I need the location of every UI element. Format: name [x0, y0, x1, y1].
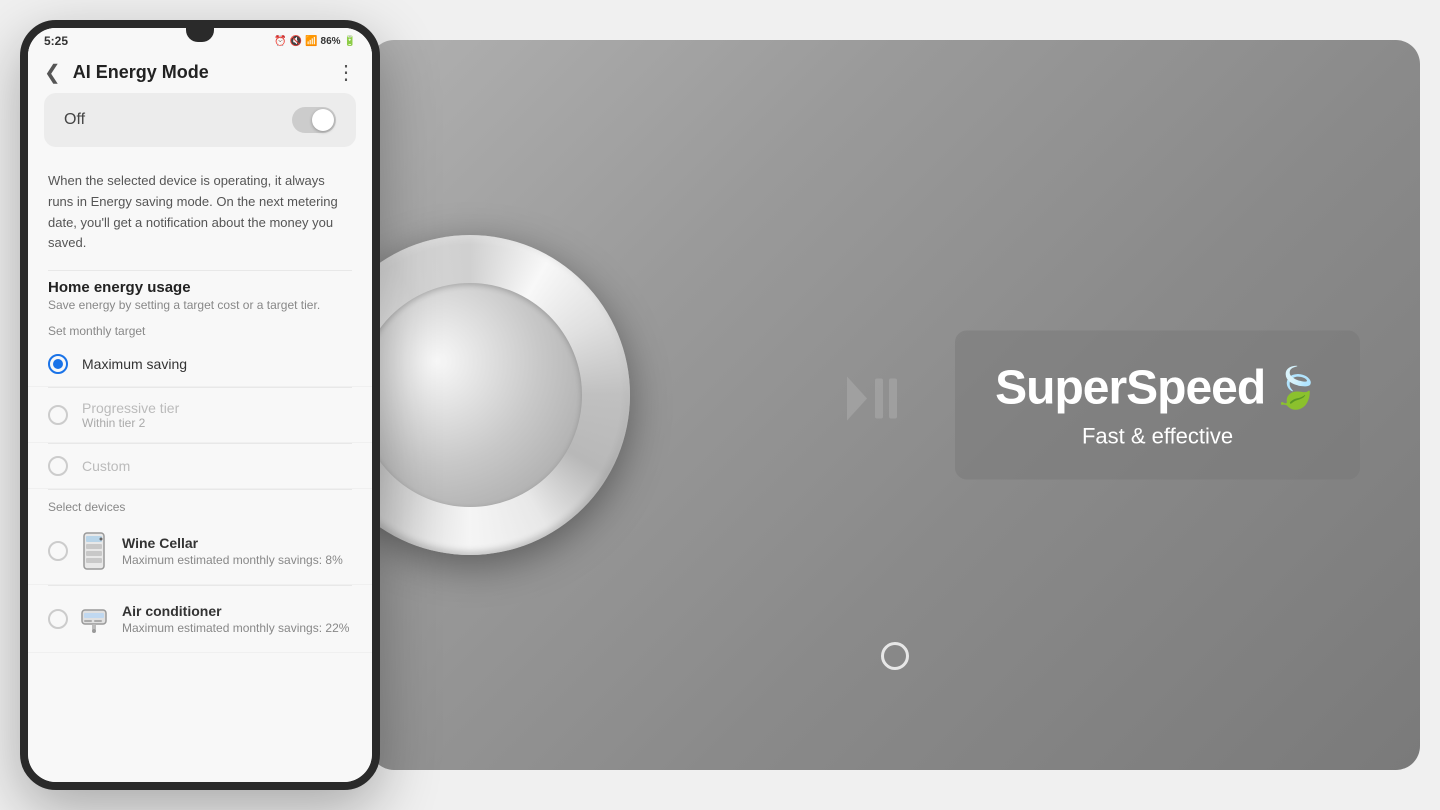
air-conditioner-icon: [78, 598, 110, 640]
alarm-icon: ⏰: [274, 36, 286, 47]
wine-cellar-info: Wine Cellar Maximum estimated monthly sa…: [122, 535, 343, 567]
section-title: Home energy usage: [48, 279, 352, 296]
select-devices-label: Select devices: [28, 490, 372, 518]
radio-circle-maximum: [48, 354, 68, 374]
phone-screen: 5:25 ⏰ 🔇 📶 86% 🔋 ❮ AI Energy Mode ⋮ Off …: [28, 28, 372, 782]
monthly-target-label: Set monthly target: [28, 314, 372, 342]
superspeed-text: SuperSpeed: [995, 361, 1265, 416]
radio-sublabel-progressive: Within tier 2: [82, 416, 179, 430]
wine-cellar-name: Wine Cellar: [122, 535, 343, 551]
superspeed-block: SuperSpeed🍃 Fast & effective: [955, 331, 1360, 480]
metallic-knob: [370, 235, 630, 555]
play-pause-icon: [839, 369, 909, 442]
toggle-switch[interactable]: [292, 107, 336, 133]
status-icons: ⏰ 🔇 📶 86% 🔋: [274, 36, 356, 47]
knob-container: [370, 235, 650, 575]
battery-icon: 🔋: [344, 36, 356, 47]
right-panel: SuperSpeed🍃 Fast & effective: [370, 40, 1420, 770]
toggle-label: Off: [64, 111, 85, 129]
radio-progressive-tier[interactable]: Progressive tier Within tier 2: [28, 388, 372, 443]
device-radio-wine: [48, 541, 68, 561]
section-subtitle: Save energy by setting a target cost or …: [48, 298, 352, 312]
superspeed-title: SuperSpeed🍃: [995, 361, 1320, 416]
more-button[interactable]: ⋮: [336, 60, 356, 85]
circle-dot: [881, 642, 909, 670]
wine-cellar-icon: [78, 530, 110, 572]
back-button[interactable]: ❮: [44, 60, 61, 85]
battery-text: 86%: [321, 36, 341, 47]
superspeed-subtitle: Fast & effective: [995, 424, 1320, 450]
mute-icon: 🔇: [290, 36, 302, 47]
device-wine-cellar[interactable]: Wine Cellar Maximum estimated monthly sa…: [28, 518, 372, 585]
radio-custom[interactable]: Custom: [28, 444, 372, 489]
radio-circle-progressive: [48, 405, 68, 425]
signal-icon: 📶: [305, 36, 317, 47]
app-title: AI Energy Mode: [73, 62, 336, 83]
radio-maximum-saving[interactable]: Maximum saving: [28, 342, 372, 387]
radio-label-maximum: Maximum saving: [82, 356, 187, 372]
radio-label-custom: Custom: [82, 458, 130, 474]
ac-savings: Maximum estimated monthly savings: 22%: [122, 621, 349, 635]
leaf-icon: 🍃: [1271, 365, 1320, 412]
ac-name: Air conditioner: [122, 603, 349, 619]
device-air-conditioner[interactable]: Air conditioner Maximum estimated monthl…: [28, 586, 372, 653]
phone-mockup: 5:25 ⏰ 🔇 📶 86% 🔋 ❮ AI Energy Mode ⋮ Off …: [20, 20, 380, 790]
ac-info: Air conditioner Maximum estimated monthl…: [122, 603, 349, 635]
device-radio-ac: [48, 609, 68, 629]
radio-text-progressive: Progressive tier Within tier 2: [82, 400, 179, 430]
radio-circle-custom: [48, 456, 68, 476]
radio-label-progressive: Progressive tier: [82, 400, 179, 416]
wine-cellar-savings: Maximum estimated monthly savings: 8%: [122, 553, 343, 567]
home-energy-section: Home energy usage Save energy by setting…: [28, 271, 372, 314]
app-header: ❮ AI Energy Mode ⋮: [28, 52, 372, 93]
toggle-row: Off: [44, 93, 356, 147]
status-time: 5:25: [44, 34, 68, 48]
description-text: When the selected device is operating, i…: [28, 155, 372, 270]
